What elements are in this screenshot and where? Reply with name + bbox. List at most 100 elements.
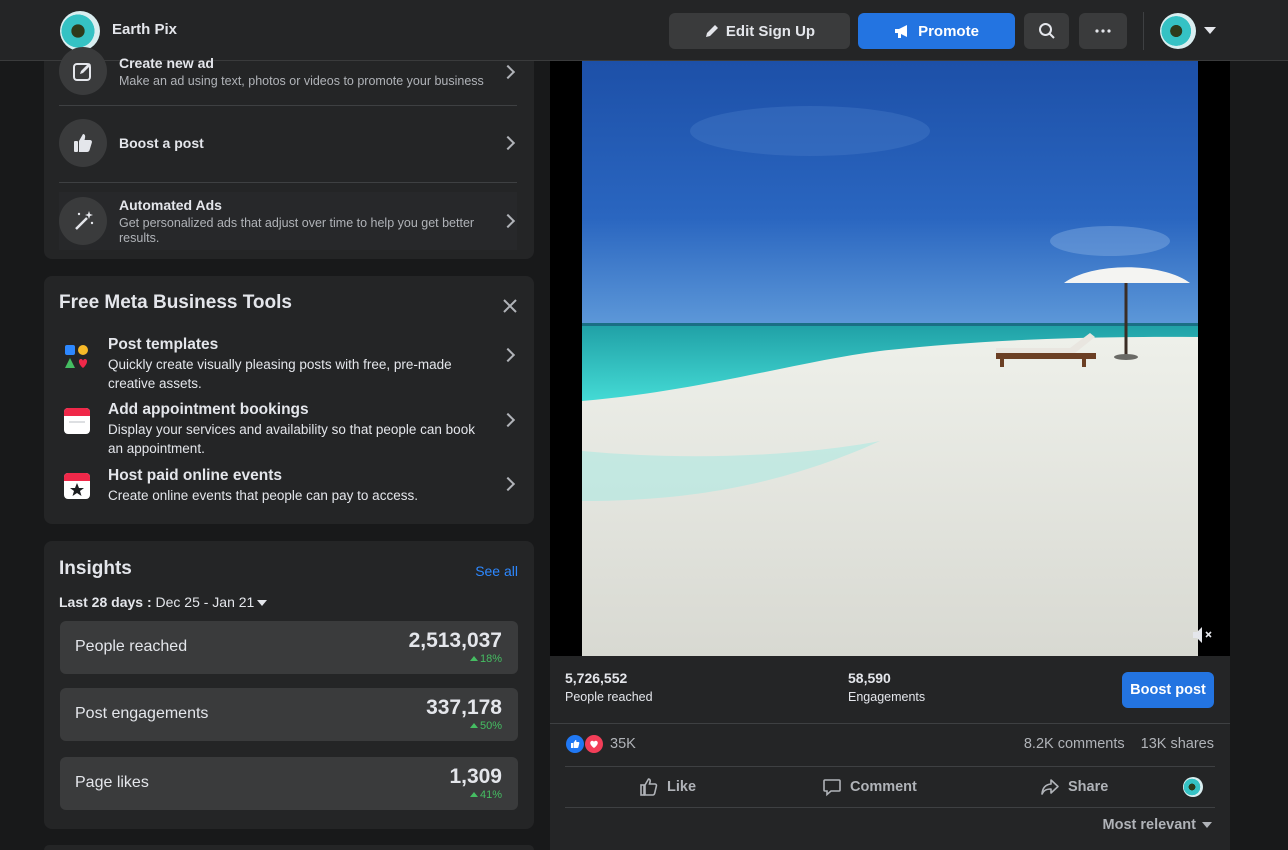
automated-ads-row[interactable]: Automated Ads Get personalized ads that … [59, 192, 517, 250]
metric-change: 41% [470, 789, 502, 801]
thumbs-up-icon [74, 134, 92, 152]
metric-change: 18% [470, 653, 502, 665]
caret-down-icon [257, 600, 268, 607]
edit-sign-up-label: Edit Sign Up [725, 22, 816, 40]
engagements-value: 58,590 [848, 670, 891, 686]
boost-post-title: Boost a post [119, 135, 204, 151]
reach-value: 5,726,552 [565, 670, 628, 686]
share-button[interactable]: Share [1040, 776, 1108, 798]
create-ad-title: Create new ad [119, 54, 214, 71]
date-range-label: Last 28 days : [59, 594, 152, 610]
share-label: Share [1068, 779, 1109, 795]
create-ad-row[interactable]: Create new ad Make an ad using text, pho… [59, 41, 517, 101]
close-icon[interactable] [502, 298, 518, 314]
edit-square-icon [73, 63, 91, 81]
business-tools-title: Free Meta Business Tools [59, 292, 292, 313]
date-range-value: Dec 25 - Jan 21 [155, 594, 255, 610]
like-reaction-icon [566, 735, 584, 753]
megaphone-icon [895, 25, 908, 38]
comments-count[interactable]: 8.2K comments [1024, 736, 1125, 752]
profile-avatar[interactable] [1160, 13, 1196, 49]
comment-sort-dropdown[interactable]: Most relevant [1103, 817, 1212, 833]
metric-value: 337,178 [426, 696, 502, 719]
metric-label: Post engagements [75, 705, 209, 722]
tool-desc: Create online events that people can pay… [108, 488, 418, 503]
promote-label: Promote [918, 22, 979, 40]
reactions-summary[interactable]: 35K [566, 735, 636, 753]
metric-label: People reached [75, 638, 188, 655]
create-ad-desc: Make an ad using text, photos or videos … [119, 73, 484, 88]
promote-button[interactable]: Promote [858, 13, 1015, 49]
share-as-avatar[interactable] [1183, 777, 1203, 797]
boost-post-button[interactable]: Boost post [1122, 672, 1214, 708]
more-options-button[interactable] [1079, 13, 1127, 49]
metric-label: Page likes [75, 774, 149, 791]
metric-value: 2,513,037 [408, 629, 502, 652]
divider [59, 105, 517, 106]
page-name[interactable]: Earth Pix [112, 21, 177, 38]
tool-item-appointment-bookings[interactable]: Add appointment bookings Display your se… [62, 401, 517, 457]
metric-page-likes[interactable]: Page likes 1,309 41% [60, 757, 518, 810]
comment-button[interactable]: Comment [822, 776, 917, 798]
like-button[interactable]: Like [639, 776, 696, 798]
share-icon [1041, 779, 1059, 795]
post-stats: 5,726,552 People reached 58,590 Engageme… [550, 656, 1230, 724]
boost-icon-wrap [59, 119, 107, 167]
like-label: Like [667, 779, 697, 795]
engagement-counts: 8.2K comments 13K shares [1024, 736, 1214, 752]
tool-item-paid-online-events[interactable]: Host paid online events Create online ev… [62, 467, 517, 507]
edit-sign-up-button[interactable]: Edit Sign Up [669, 13, 850, 49]
more-dots-icon [1095, 29, 1111, 33]
magic-wand-icon [75, 211, 94, 230]
metric-value: 1,309 [449, 765, 502, 788]
insights-title: Insights [59, 558, 132, 579]
tool-title: Add appointment bookings [108, 401, 309, 418]
see-all-link[interactable]: See all [475, 563, 518, 579]
search-icon [1038, 23, 1055, 39]
reaction-count: 35K [610, 736, 636, 752]
business-tools-card: Free Meta Business Tools Post templates … [44, 276, 534, 524]
pencil-icon [705, 25, 718, 37]
automated-ads-desc: Get personalized ads that adjust over ti… [119, 216, 475, 245]
divider [565, 766, 1215, 767]
tool-desc: Display your services and availability s… [108, 422, 475, 456]
reach-label: People reached [565, 690, 653, 704]
chevron-right-icon [500, 476, 516, 492]
sort-label: Most relevant [1102, 817, 1196, 833]
search-button[interactable] [1024, 13, 1069, 49]
mute-icon[interactable] [1192, 626, 1216, 644]
boost-post-row[interactable]: Boost a post [59, 119, 517, 167]
engagements-label: Engagements [848, 690, 926, 704]
love-reaction-icon [585, 735, 603, 753]
post-video[interactable] [550, 61, 1230, 656]
metric-change: 50% [470, 720, 502, 732]
tool-title: Host paid online events [108, 467, 282, 484]
account-menu-chevron-icon[interactable] [1204, 27, 1216, 34]
chevron-right-icon [500, 412, 516, 428]
divider [1143, 12, 1144, 50]
metric-post-engagements[interactable]: Post engagements 337,178 50% [60, 688, 518, 741]
caret-down-icon [1202, 822, 1212, 829]
beach-video-frame [550, 61, 1230, 656]
insights-card: Insights See all Last 28 days : Dec 25 -… [44, 541, 534, 829]
post-card: 5,726,552 People reached 58,590 Engageme… [550, 61, 1230, 850]
shapes-icon [65, 345, 88, 368]
metric-people-reached[interactable]: People reached 2,513,037 18% [60, 621, 518, 674]
ads-card: Create new ad Make an ad using text, pho… [44, 47, 534, 259]
thumbs-up-icon [640, 778, 658, 796]
automated-ads-icon-wrap [59, 197, 107, 245]
divider [59, 182, 517, 183]
divider [565, 807, 1215, 808]
tool-item-post-templates[interactable]: Post templates Quickly create visually p… [62, 336, 517, 392]
automated-ads-title: Automated Ads [119, 197, 222, 213]
create-ad-icon-wrap [59, 47, 107, 95]
tool-desc: Quickly create visually pleasing posts w… [108, 357, 452, 391]
calendar-star-icon [64, 473, 90, 499]
comment-icon [823, 779, 841, 797]
calendar-icon [64, 408, 90, 434]
chevron-right-icon [500, 347, 516, 363]
next-card [44, 845, 534, 850]
date-range-selector[interactable]: Last 28 days : Dec 25 - Jan 21 [59, 594, 268, 610]
tool-title: Post templates [108, 336, 219, 353]
shares-count[interactable]: 13K shares [1141, 736, 1214, 752]
